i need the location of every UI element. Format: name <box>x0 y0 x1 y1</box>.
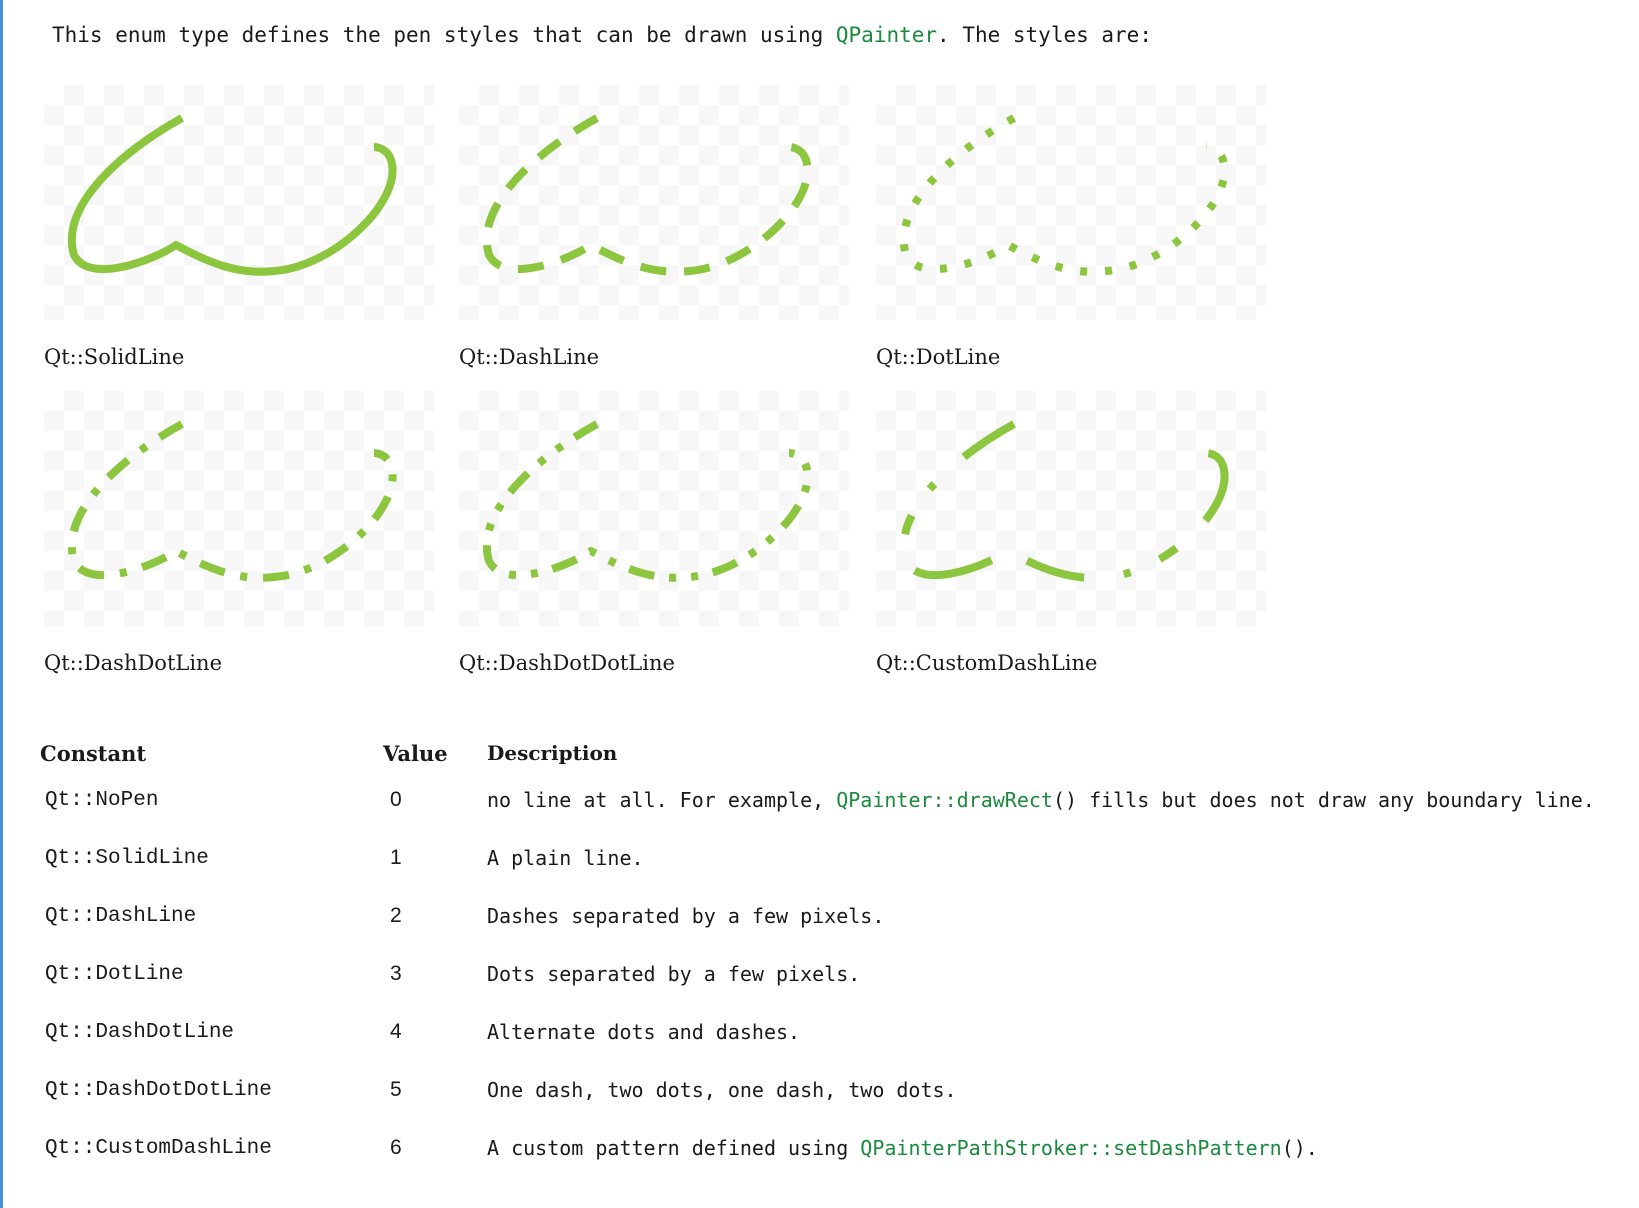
constant-cell: Qt::DashDotDotLine <box>45 1078 272 1102</box>
pen-style-caption: Qt::SolidLine <box>44 345 185 369</box>
table-row: Qt::NoPen 0 no line at all. For example, Q… <box>40 771 1595 829</box>
constant-cell: Qt::CustomDashLine <box>45 1136 272 1160</box>
constant-cell: Qt::NoPen <box>45 788 159 812</box>
pen-curve-drawing <box>68 420 397 582</box>
header-description: Description <box>487 741 618 765</box>
pen-curve-dash <box>483 114 812 276</box>
pen-style-dash: Qt::DashLine <box>455 85 855 375</box>
pen-style-image <box>44 391 434 626</box>
description-cell: A plain line. <box>487 829 1595 887</box>
header-value: Value <box>383 740 448 766</box>
pen-style-dashdotdot: Qt::DashDotDotLine <box>455 391 855 681</box>
pen-curve-drawing <box>68 114 397 276</box>
description-cell: no line at all. For example, QPainter::d… <box>487 771 1595 829</box>
value-cell: 6 <box>390 1136 402 1159</box>
pen-curve-custom <box>900 420 1229 582</box>
table-row: Qt::SolidLine 1 A plain line. <box>40 829 1595 887</box>
description-cell: Dashes separated by a few pixels. <box>487 887 1595 945</box>
description-text: Alternate dots and dashes. <box>487 1020 801 1044</box>
header-constant: Constant <box>40 740 147 766</box>
description-cell: Alternate dots and dashes. <box>487 1003 1595 1061</box>
constant-cell: Qt::SolidLine <box>45 846 209 870</box>
pen-style-enum-table: Constant Value Description Qt::NoPen 0 no … <box>40 735 1595 1177</box>
qpainter-link[interactable]: QPainter <box>836 23 937 47</box>
description-text: A plain line. <box>487 846 644 870</box>
description-text-after: (). <box>1281 1136 1318 1160</box>
description-text: One dash, two dots, one dash, two dots. <box>487 1078 957 1102</box>
pen-style-image <box>459 391 849 626</box>
description-text-after: () fills but does not draw any boundary … <box>1052 788 1595 812</box>
value-cell: 0 <box>390 788 402 811</box>
table-row: Qt::DashLine 2 Dashes separated by a few p… <box>40 887 1595 945</box>
pen-curve-drawing <box>483 420 812 582</box>
pen-style-image <box>44 85 434 320</box>
value-cell: 2 <box>390 904 402 927</box>
constant-cell: Qt::DashLine <box>45 904 197 928</box>
pen-style-dashdot: Qt::DashDotLine <box>40 391 440 681</box>
pen-curve-dashdotdot <box>483 420 812 582</box>
table-row: Qt::CustomDashLine 6 A custom pattern defi… <box>40 1119 1595 1177</box>
pen-curve-dashdot <box>68 420 397 582</box>
pen-style-caption: Qt::CustomDashLine <box>876 651 1098 675</box>
description-text: Dashes separated by a few pixels. <box>487 904 885 928</box>
pen-style-caption: Qt::DashDotLine <box>44 651 222 675</box>
intro-text-before: This enum type defines the pen styles th… <box>52 23 836 47</box>
constant-cell: Qt::DashDotLine <box>45 1020 235 1044</box>
pen-curve-drawing <box>900 114 1229 276</box>
pen-curve-drawing <box>900 420 1229 582</box>
intro-text-after: . The styles are: <box>937 23 1152 47</box>
pen-style-gallery: Qt::SolidLine Qt::DashLine Qt::DotLine Q… <box>40 85 1360 715</box>
description-text: Dots separated by a few pixels. <box>487 962 861 986</box>
intro-paragraph: This enum type defines the pen styles th… <box>52 18 1152 52</box>
table-row: Qt::DashDotDotLine 5 One dash, two dots, o… <box>40 1061 1595 1119</box>
pen-style-image <box>459 85 849 320</box>
description-text: A custom pattern defined using <box>487 1136 861 1160</box>
pen-style-caption: Qt::DashLine <box>459 345 600 369</box>
pen-style-image <box>876 85 1266 320</box>
description-link[interactable]: QPainterPathStroker::setDashPattern <box>860 1136 1281 1160</box>
table-body: Qt::NoPen 0 no line at all. For example, Q… <box>40 771 1595 1177</box>
value-cell: 4 <box>390 1020 402 1043</box>
value-cell: 3 <box>390 962 402 985</box>
pen-curve-dot <box>900 114 1229 276</box>
description-link[interactable]: QPainter::drawRect <box>836 788 1053 812</box>
description-text: no line at all. For example, <box>487 788 837 812</box>
pen-style-caption: Qt::DashDotDotLine <box>459 651 675 675</box>
pen-style-caption: Qt::DotLine <box>876 345 1001 369</box>
pen-curve-solid <box>68 114 397 276</box>
table-header-row: Constant Value Description <box>40 735 1595 771</box>
constant-cell: Qt::DotLine <box>45 962 184 986</box>
description-cell: Dots separated by a few pixels. <box>487 945 1595 1003</box>
pen-style-dot: Qt::DotLine <box>872 85 1272 375</box>
pen-style-image <box>876 391 1266 626</box>
description-cell: A custom pattern defined using QPainterP… <box>487 1119 1595 1177</box>
value-cell: 5 <box>390 1078 402 1101</box>
pen-style-solid: Qt::SolidLine <box>40 85 440 375</box>
description-cell: One dash, two dots, one dash, two dots. <box>487 1061 1595 1119</box>
pen-curve-drawing <box>483 114 812 276</box>
table-row: Qt::DashDotLine 4 Alternate dots and dashe… <box>40 1003 1595 1061</box>
value-cell: 1 <box>390 846 402 869</box>
table-row: Qt::DotLine 3 Dots separated by a few pixe… <box>40 945 1595 1003</box>
page-left-border <box>0 0 3 1208</box>
pen-style-custom: Qt::CustomDashLine <box>872 391 1272 681</box>
